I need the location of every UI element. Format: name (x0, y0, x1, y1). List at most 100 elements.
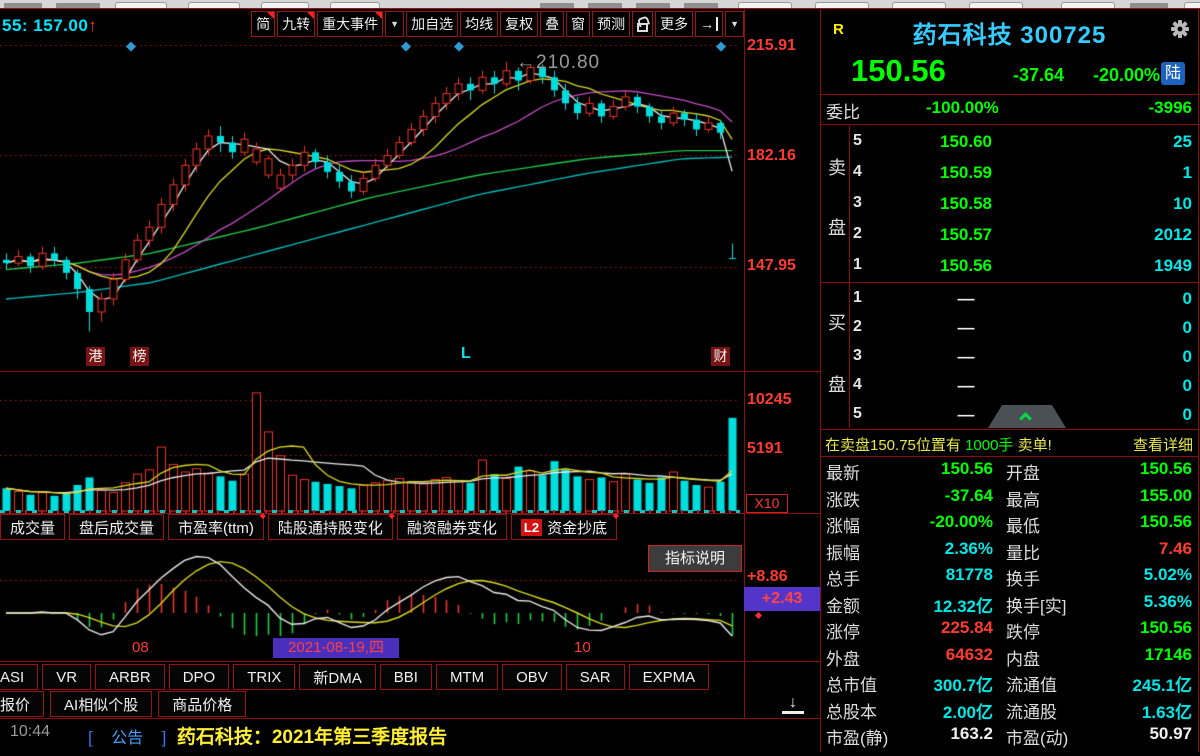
tab-市盈率(ttm)[interactable]: 市盈率(ttm) (168, 511, 266, 540)
tab-融资融券变化[interactable]: 融资融券变化 (396, 514, 507, 540)
stat-value: 17146 (1144, 644, 1192, 664)
l-marker: L (461, 345, 471, 362)
order-volume: 0 (1182, 289, 1192, 308)
stat-label: 开盘 (1006, 464, 1040, 483)
toolbar-button-复权[interactable]: 复权 (500, 11, 539, 37)
volume-multiplier-badge: X10 (746, 494, 788, 513)
stat-value: 150.56 (1140, 618, 1192, 637)
gear-icon[interactable] (1170, 19, 1190, 44)
event-diamond-icon[interactable]: ◆ (716, 38, 726, 54)
stats-row: 市盈(静) 163.2 市盈(动) 50.97 (821, 724, 1198, 750)
toolbar-button-更多[interactable]: 更多 (655, 11, 694, 37)
stat-value: 225.84 (941, 618, 993, 637)
stat-label: 流通值 (1006, 676, 1057, 695)
indicator-tab-SAR[interactable]: SAR (565, 664, 625, 690)
order-row: 4 150.59 1 (851, 159, 1196, 190)
news-time: 10:44 (10, 723, 51, 740)
stat-label: 涨跌 (826, 490, 860, 510)
event-diamond-icon[interactable]: ◆ (454, 38, 464, 54)
tab-资金抄底[interactable]: L2 资金抄底 (510, 511, 619, 540)
event-diamond-icon[interactable]: ◆ (126, 38, 136, 54)
indicator-tab-TRIX[interactable]: TRIX (233, 664, 296, 690)
last-price: 150.56 (851, 53, 946, 88)
news-category: 公告 (111, 730, 144, 747)
stat-value: 150.56 (1140, 512, 1192, 531)
candlestick-chart[interactable] (0, 40, 740, 371)
stat-label: 流通股 (1006, 702, 1057, 722)
view-detail-link[interactable]: 查看详细 (1133, 434, 1193, 455)
indicator-help-button[interactable]: 指标说明 (648, 545, 742, 572)
toolbar-button-重大事件[interactable]: 重大事件 (317, 11, 384, 37)
price-axis-label: 182.16 (747, 147, 796, 164)
volume-chart[interactable] (0, 373, 740, 512)
divider (849, 283, 850, 428)
tab-成交量[interactable]: 成交量 (0, 514, 66, 540)
lock-icon-button[interactable] (632, 11, 654, 37)
tab-盘后成交量[interactable]: 盘后成交量 (69, 514, 165, 540)
tool-tab-商品价格[interactable]: 商品价格 (158, 691, 247, 717)
divider (821, 429, 1198, 430)
toolbar-button-窗[interactable]: 窗 (566, 11, 591, 37)
indicator-tab-BBI[interactable]: BBI (379, 664, 432, 690)
price-axis-label: 147.95 (747, 257, 796, 274)
indicator-tab-ASI[interactable]: ASI (0, 664, 39, 690)
indicator-chart[interactable] (0, 541, 740, 638)
news-line[interactable]: [ 公告 ] 药石科技：2021年第三季度报告 (88, 722, 447, 749)
order-price: 150.60 (940, 132, 992, 151)
order-row: 3 150.58 10 (851, 190, 1196, 221)
event-diamond-icon[interactable]: ◆ (401, 38, 411, 54)
big-order-alert: 在卖盘150.75位置有 1000手 卖单! 查看详细 (825, 434, 1195, 455)
download-icon[interactable]: ↓ (782, 694, 804, 714)
stats-row: 最新 150.56 开盘 150.56 (821, 459, 1198, 485)
indicator-cursor-dot (754, 611, 763, 620)
toolbar-button-加自选[interactable]: 加自选 (406, 11, 459, 37)
stat-label: 换手 (1006, 570, 1040, 589)
divider (821, 124, 1198, 125)
indicator-tab-新DMA[interactable]: 新DMA (299, 664, 376, 690)
indicator-tab-ARBR[interactable]: ARBR (95, 664, 165, 690)
stat-value: 2.36% (944, 538, 993, 558)
stat-value: 155.00 (1140, 485, 1192, 505)
order-price: — (957, 289, 975, 308)
skip-to-latest-button[interactable]: → (695, 11, 724, 37)
tool-tab-AI相似个股[interactable]: AI相似个股 (50, 691, 153, 717)
toolbar-button-九转[interactable]: 九转 (277, 11, 316, 37)
indicator-tab-DPO[interactable]: DPO (168, 664, 230, 690)
finance-flag-badge[interactable]: 财 (711, 347, 730, 366)
divider (821, 456, 1198, 457)
indicator-tab-OBV[interactable]: OBV (502, 664, 562, 690)
chart-toolbar: 55: 157.00↑ 简九转 重大事件 ▼ 加自选 均线 复权叠窗预测 更多 → ▼ (0, 9, 745, 40)
news-headline[interactable]: 药石科技：2021年第三季度报告 (177, 727, 447, 748)
indicator-tab-VR[interactable]: VR (42, 664, 92, 690)
toolbar-button-简[interactable]: 简 (251, 11, 276, 37)
toolbar-button-预测[interactable]: 预测 (592, 11, 631, 37)
indicator-tab-EXPMA[interactable]: EXPMA (628, 664, 710, 690)
toolbar-button-叠[interactable]: 叠 (540, 11, 565, 37)
divider (0, 371, 820, 372)
stat-label: 金额 (826, 596, 860, 616)
up-arrow-icon: ↑ (88, 16, 98, 35)
toolbar-button-▼[interactable]: ▼ (725, 11, 744, 37)
order-row: 5 150.60 25 (851, 128, 1196, 159)
weicha-value: -3996 (1148, 98, 1192, 117)
toolbar-button-▼[interactable]: ▼ (385, 11, 405, 37)
date-axis-label: 08 (132, 639, 149, 656)
stat-value: 2.00亿 (942, 702, 993, 722)
toolbar-buttons: 简九转 重大事件 ▼ 加自选 均线 复权叠窗预测 更多 → ▼ (251, 11, 744, 38)
rank-flag-badge[interactable]: 榜 (130, 347, 149, 366)
stat-value: 300.7亿 (933, 676, 993, 695)
hk-flag-badge[interactable]: 港 (86, 347, 105, 366)
tool-tab-报价[interactable]: 报价 (0, 691, 45, 717)
previous-quote-label: 55: 157.00↑ (2, 16, 98, 35)
stat-label: 总市值 (826, 676, 877, 695)
order-price: — (957, 376, 975, 395)
bracket: [ (88, 728, 93, 747)
stat-value: -20.00% (929, 512, 993, 531)
price-axis-label: 215.91 (747, 37, 796, 54)
indicator-tab-MTM[interactable]: MTM (435, 664, 499, 690)
stat-label: 量比 (1006, 543, 1040, 563)
stats-row: 外盘 64632 内盘 17146 (821, 645, 1198, 671)
tab-陆股通持股变化[interactable]: 陆股通持股变化 (267, 511, 395, 540)
stats-row: 涨停 225.84 跌停 150.56 (821, 618, 1198, 644)
toolbar-button-均线[interactable]: 均线 (460, 11, 499, 37)
